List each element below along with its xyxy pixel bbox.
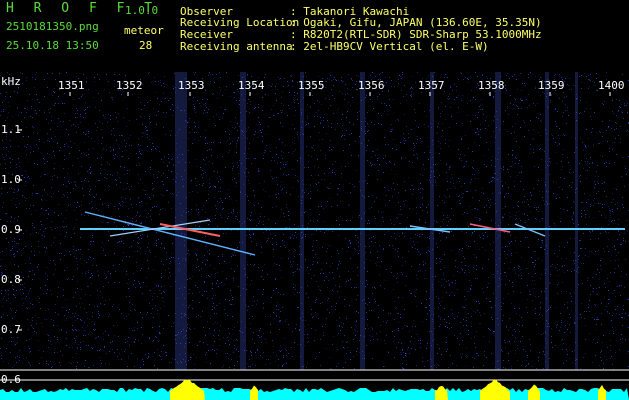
y-tick-label: 1.0 xyxy=(1,173,21,186)
y-tick-label: 0.9 xyxy=(1,223,21,236)
noise-band xyxy=(300,72,304,370)
x-tick-label: 1354 xyxy=(238,79,265,92)
y-tick-label: 0.8 xyxy=(1,273,21,286)
x-tick-label: 1351 xyxy=(58,79,85,92)
noise-band xyxy=(175,72,187,370)
x-tick-label: 1356 xyxy=(358,79,385,92)
x-tick-label: 1352 xyxy=(116,79,143,92)
x-tick-label: 1355 xyxy=(298,79,325,92)
x-tick-label: 1358 xyxy=(478,79,505,92)
y-tick-label: 0.6 xyxy=(1,373,21,386)
noise-band xyxy=(240,72,246,370)
noise-band xyxy=(360,72,365,370)
spectrogram xyxy=(0,72,629,400)
noise-band xyxy=(575,72,578,370)
y-tick-label: 1.1 xyxy=(1,123,21,136)
x-tick-label: 1357 xyxy=(418,79,445,92)
x-tick-label: 1400 xyxy=(598,79,625,92)
x-tick-label: 1353 xyxy=(178,79,205,92)
x-tick-label: 1359 xyxy=(538,79,565,92)
noise-band xyxy=(430,72,434,370)
spectrogram-background xyxy=(0,72,629,400)
noise-band xyxy=(545,72,549,370)
y-tick-label: 0.7 xyxy=(1,323,21,336)
noise-band xyxy=(495,72,501,370)
y-unit-label: kHz xyxy=(1,75,21,88)
